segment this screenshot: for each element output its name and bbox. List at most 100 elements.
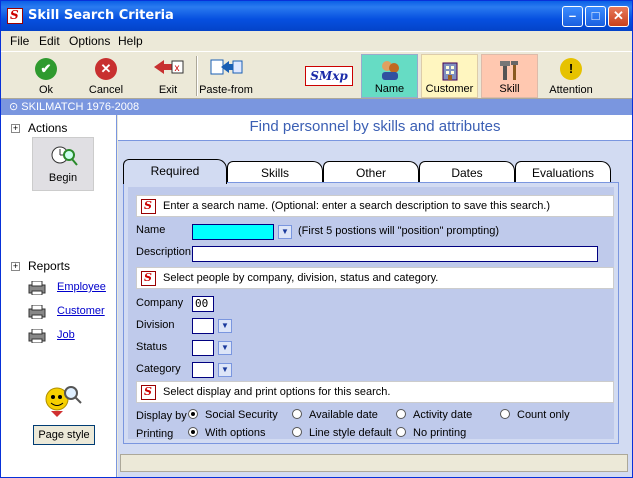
menu-file[interactable]: File: [10, 34, 29, 48]
attention-label: Attention: [549, 84, 593, 96]
description-label: Description: [136, 246, 192, 258]
report-employee-link[interactable]: Employee: [57, 281, 106, 293]
maximize-button[interactable]: □: [585, 6, 606, 27]
radio-icon: [500, 409, 510, 419]
name-input[interactable]: [192, 224, 274, 240]
page-style-button[interactable]: Page style: [33, 425, 95, 445]
close-button[interactable]: ✕: [608, 6, 629, 27]
cancel-label: Cancel: [88, 84, 124, 96]
tab-other[interactable]: Other: [323, 161, 419, 183]
exclamation-icon: !: [560, 58, 582, 80]
reports-section[interactable]: + Reports: [11, 259, 70, 273]
menu-help[interactable]: Help: [118, 34, 143, 48]
cancel-button[interactable]: ✕ Cancel: [81, 54, 131, 98]
svg-text:x: x: [175, 63, 180, 74]
display-count-only-label: Count only: [517, 409, 570, 421]
expand-icon[interactable]: +: [11, 124, 20, 133]
menu-edit[interactable]: Edit: [39, 34, 60, 48]
main-panel: Find personnel by skills and attributes …: [118, 115, 632, 477]
printer-icon: [27, 280, 47, 296]
building-icon: [439, 59, 461, 81]
display-available-date-radio[interactable]: Available date: [292, 409, 378, 421]
company-input[interactable]: 00: [192, 296, 214, 312]
name-button[interactable]: Name: [361, 54, 418, 98]
customer-label: Customer: [425, 83, 474, 95]
display-activity-date-radio[interactable]: Activity date: [396, 409, 472, 421]
ok-label: Ok: [38, 84, 54, 96]
name-label: Name: [374, 83, 405, 95]
category-input[interactable]: [192, 362, 214, 378]
menu-bar: File Edit Options Help: [1, 31, 632, 51]
status-dropdown-icon[interactable]: ▼: [218, 341, 232, 355]
actions-heading: Actions: [28, 121, 68, 135]
smxp-logo-icon: SMxp: [305, 66, 353, 86]
printer-icon: [27, 304, 47, 320]
radio-icon: [292, 427, 302, 437]
printing-no-printing-label: No printing: [413, 427, 467, 439]
display-social-security-radio[interactable]: Social Security: [188, 409, 278, 421]
radio-icon: [396, 409, 406, 419]
radio-selected-icon: [188, 409, 198, 419]
page-title: Find personnel by skills and attributes: [118, 115, 632, 141]
paste-from-button[interactable]: Paste-from: [199, 54, 253, 98]
expand-icon[interactable]: +: [11, 262, 20, 271]
smxp-small-icon: [141, 271, 156, 286]
tab-required[interactable]: Required: [123, 159, 227, 184]
tab-dates[interactable]: Dates: [419, 161, 515, 183]
status-input[interactable]: [192, 340, 214, 356]
checkmark-icon: ✔: [35, 58, 57, 80]
display-by-label: Display by: [136, 410, 187, 422]
report-job-link[interactable]: Job: [57, 329, 75, 341]
people-icon: [379, 59, 401, 81]
display-activity-date-label: Activity date: [413, 409, 473, 421]
customer-button[interactable]: Customer: [421, 54, 478, 98]
display-available-date-label: Available date: [309, 409, 378, 421]
name-field-label: Name: [136, 224, 166, 236]
required-tab-panel: Enter a search name. (Optional: enter a …: [123, 182, 619, 444]
division-dropdown-icon[interactable]: ▼: [218, 319, 232, 333]
menu-options[interactable]: Options: [69, 34, 110, 48]
search-name-info-text: Enter a search name. (Optional: enter a …: [163, 200, 551, 212]
attention-button[interactable]: ! Attention: [544, 54, 598, 98]
division-label: Division: [136, 319, 175, 331]
ok-button[interactable]: ✔ Ok: [21, 54, 71, 98]
exit-button[interactable]: x Exit: [143, 54, 193, 98]
begin-button[interactable]: Begin: [32, 137, 94, 191]
report-customer-link[interactable]: Customer: [57, 305, 105, 317]
description-input[interactable]: [192, 246, 598, 262]
window-title: Skill Search Criteria: [28, 8, 174, 23]
printing-with-options-radio[interactable]: With options: [188, 427, 266, 439]
reports-heading: Reports: [28, 259, 71, 273]
skill-button[interactable]: Skill: [481, 54, 538, 98]
page-style-mascot-icon: [43, 383, 83, 417]
smxp-logo-button[interactable]: SMxp: [304, 54, 354, 98]
name-hint: (First 5 postions will "position" prompt…: [298, 225, 499, 237]
status-label: Status: [136, 341, 168, 353]
name-dropdown-icon[interactable]: ▼: [278, 225, 292, 239]
minimize-button[interactable]: –: [562, 6, 583, 27]
toolbar: ✔ Ok ✕ Cancel x Exit Paste-from SMxp Nam…: [1, 51, 632, 99]
category-label: Category: [136, 363, 181, 375]
tab-evaluations[interactable]: Evaluations: [515, 161, 611, 183]
skill-search-window: Skill Search Criteria – □ ✕ File Edit Op…: [0, 0, 633, 478]
category-dropdown-icon[interactable]: ▼: [218, 363, 232, 377]
printer-icon: [27, 328, 47, 344]
division-input[interactable]: [192, 318, 214, 334]
actions-section[interactable]: + Actions: [11, 121, 67, 135]
smxp-small-icon: [141, 385, 156, 400]
tab-skills[interactable]: Skills: [227, 161, 323, 183]
paste-from-label: Paste-from: [199, 84, 253, 96]
printing-no-printing-radio[interactable]: No printing: [396, 427, 466, 439]
printing-line-style-radio[interactable]: Line style default: [292, 427, 392, 439]
radio-icon: [396, 427, 406, 437]
display-count-only-radio[interactable]: Count only: [500, 409, 570, 421]
paste-arrow-icon: [209, 58, 243, 76]
company-label: Company: [136, 297, 184, 309]
company-info: Select people by company, division, stat…: [136, 267, 614, 289]
tools-icon: [498, 59, 522, 81]
left-sidebar: + Actions Begin + Reports Employee Custome…: [1, 115, 117, 477]
title-bar[interactable]: Skill Search Criteria – □ ✕: [1, 1, 632, 31]
required-form: Enter a search name. (Optional: enter a …: [128, 187, 614, 440]
display-options-info-text: Select display and print options for thi…: [163, 386, 391, 398]
radio-icon: [292, 409, 302, 419]
